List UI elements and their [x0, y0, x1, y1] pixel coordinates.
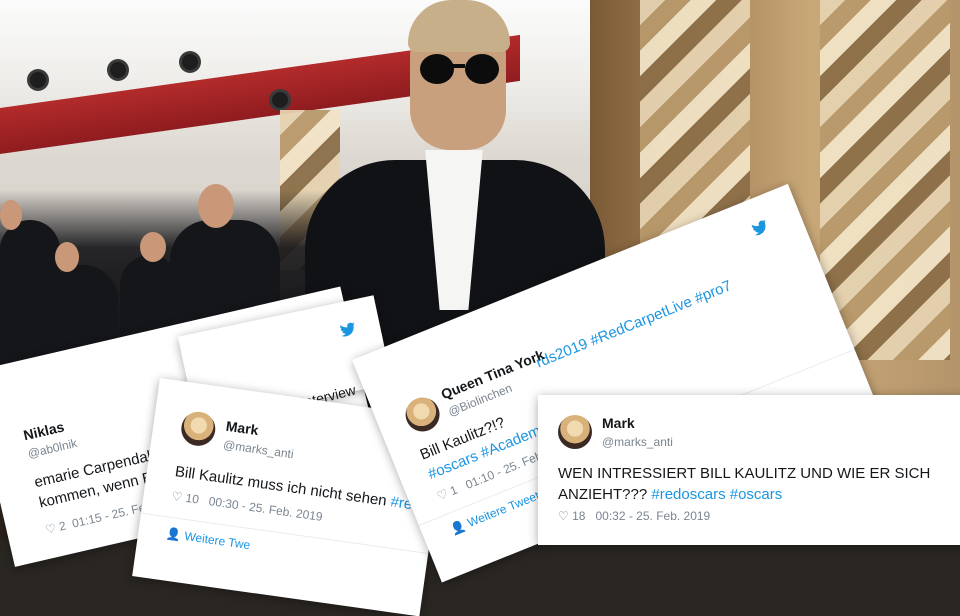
- tweet-author-handle[interactable]: @marks_anti: [222, 438, 294, 462]
- like-count: 10: [184, 490, 200, 507]
- person-icon: 👤: [448, 518, 468, 537]
- twitter-bird-icon: [751, 219, 766, 236]
- spotlight: [30, 72, 46, 88]
- heart-icon[interactable]: ♡: [171, 489, 184, 504]
- sunglasses-left: [420, 54, 454, 84]
- heart-icon[interactable]: ♡: [435, 486, 450, 503]
- tweet-timestamp[interactable]: 00:32 - 25. Feb. 2019: [595, 509, 710, 523]
- guest-head: [198, 184, 234, 228]
- hashtag-link[interactable]: #redoscars #oscars: [651, 486, 782, 503]
- avatar[interactable]: [179, 409, 218, 449]
- spotlight: [272, 92, 288, 108]
- spotlight: [182, 54, 198, 70]
- tweet-author-name[interactable]: Mark: [602, 415, 635, 431]
- guest-head: [0, 200, 22, 230]
- sunglasses-bridge: [453, 64, 465, 68]
- tweet-hashtags-top[interactable]: rds2019 #RedCarpetLive #pro7: [533, 275, 735, 373]
- guest-head: [140, 232, 166, 262]
- tweet-meta: ♡ 18 00:32 - 25. Feb. 2019: [558, 509, 710, 523]
- avatar[interactable]: [400, 392, 445, 437]
- tweet-card-mark-right: Mark @marks_anti WEN INTRESSIERT BILL KA…: [538, 395, 960, 545]
- heart-icon[interactable]: ♡: [558, 509, 569, 523]
- decor-column: [820, 0, 950, 360]
- more-tweets-link[interactable]: 👤 Weitere Twe: [165, 526, 251, 552]
- like-count: 18: [572, 509, 586, 523]
- heart-icon[interactable]: ♡: [44, 521, 58, 537]
- tweet-text: WEN INTRESSIERT BILL KAULITZ UND WIE ER …: [558, 463, 958, 505]
- tweet-author-name[interactable]: Mark: [225, 418, 260, 438]
- twitter-bird-icon: [340, 322, 355, 337]
- like-count: 2: [57, 518, 68, 534]
- guest-head: [55, 242, 79, 272]
- tweet-text-line: WEN INTRESSIERT BILL KAULITZ UND WIE ER …: [558, 465, 931, 482]
- tweet-text-plain: ANZIEHT???: [558, 486, 648, 503]
- sunglasses-right: [465, 54, 499, 84]
- spotlight: [110, 62, 126, 78]
- avatar[interactable]: [558, 415, 592, 449]
- person-icon: 👤: [165, 526, 183, 543]
- more-tweets-label: Weitere Twe: [183, 529, 252, 553]
- tweet-author-handle[interactable]: @marks_anti: [602, 435, 673, 449]
- like-count: 1: [447, 482, 460, 499]
